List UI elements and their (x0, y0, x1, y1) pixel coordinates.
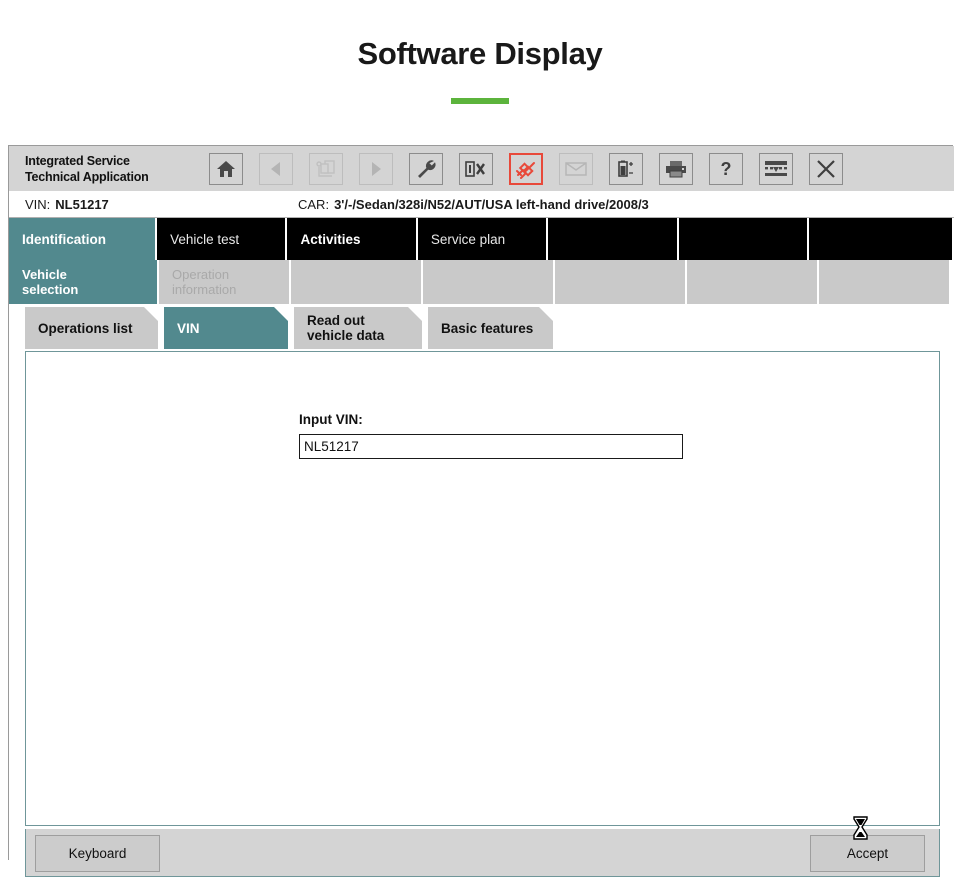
tab-l2-label: Operationinformation (172, 267, 236, 297)
svg-text:?: ? (721, 159, 732, 179)
tab-l1-label: Vehicle test (170, 232, 239, 247)
wrench-icon[interactable] (409, 153, 443, 185)
application-window: Integrated Service Technical Application (8, 145, 953, 860)
tab-l1-activities[interactable]: Activities (287, 218, 417, 260)
help-icon[interactable]: ? (709, 153, 743, 185)
measurement-icon[interactable] (459, 153, 493, 185)
tab-l2-empty-6[interactable] (819, 260, 951, 304)
forward-arrow-icon[interactable] (359, 153, 393, 185)
tab-l3-basic-features[interactable]: Basic features (428, 307, 553, 349)
car-info-label: CAR: (298, 197, 329, 212)
toolbar: Integrated Service Technical Application (9, 146, 954, 191)
tab-l2-vehicle-selection[interactable]: Vehicleselection (9, 260, 159, 304)
tab-l3-label: Read outvehicle data (307, 313, 384, 343)
dropdown-list-icon[interactable] (759, 153, 793, 185)
tab-l1-service-plan[interactable]: Service plan (418, 218, 548, 260)
content-panel: Input VIN: (25, 351, 940, 826)
battery-icon[interactable] (609, 153, 643, 185)
car-info-value: 3'/-/Sedan/328i/N52/AUT/USA left-hand dr… (334, 197, 649, 212)
envelope-icon[interactable] (559, 153, 593, 185)
tab-l3-label: Basic features (441, 321, 533, 336)
tab-l1-identification[interactable]: Identification (9, 218, 157, 260)
page-title: Software Display (0, 36, 960, 72)
tab-l1-empty-5[interactable] (679, 218, 809, 260)
input-vin-label: Input VIN: (299, 412, 684, 427)
app-name-line1: Integrated Service (25, 153, 209, 169)
vin-info-value: NL51217 (55, 197, 108, 212)
vehicle-info-bar: VIN: NL51217 CAR: 3'/-/Sedan/328i/N52/AUT/… (9, 191, 954, 218)
tab-l2-empty-5[interactable] (687, 260, 819, 304)
printer-icon[interactable] (659, 153, 693, 185)
tab-l3-vin[interactable]: VIN (164, 307, 288, 349)
application-name: Integrated Service Technical Application (9, 153, 209, 185)
page-header: Software Display (0, 0, 960, 104)
tab-row-level-3: Operations list VIN Read outvehicle data Ba… (9, 307, 954, 349)
tab-l3-read-out-vehicle-data[interactable]: Read outvehicle data (294, 307, 422, 349)
connector-icon[interactable] (509, 153, 543, 185)
tab-l2-operation-information: Operationinformation (159, 260, 291, 304)
title-accent-rule (451, 98, 509, 104)
tab-l1-label: Service plan (431, 232, 505, 247)
tab-l2-label: Vehicleselection (22, 267, 78, 297)
tab-l1-empty-4[interactable] (548, 218, 678, 260)
accept-button[interactable]: Accept (810, 835, 925, 872)
documents-icon[interactable] (309, 153, 343, 185)
vin-input-form: Input VIN: (299, 412, 684, 459)
tab-row-level-1: Identification Vehicle test Activities Serv… (9, 218, 954, 260)
tab-l1-label: Activities (300, 232, 360, 247)
vin-info-label: VIN: (25, 197, 50, 212)
vin-input[interactable] (299, 434, 683, 459)
hourglass-cursor (852, 816, 869, 840)
tab-l1-empty-6[interactable] (809, 218, 954, 260)
car-info: CAR: 3'/-/Sedan/328i/N52/AUT/USA left-han… (298, 197, 649, 212)
vin-info: VIN: NL51217 (25, 197, 109, 212)
tab-l2-empty-2[interactable] (291, 260, 423, 304)
tab-l1-vehicle-test[interactable]: Vehicle test (157, 218, 287, 260)
tab-l3-label: Operations list (38, 321, 133, 336)
close-icon[interactable] (809, 153, 843, 185)
tab-l2-empty-3[interactable] (423, 260, 555, 304)
tab-l2-empty-4[interactable] (555, 260, 687, 304)
footer-bar: Keyboard Accept (25, 829, 940, 877)
tab-l3-operations-list[interactable]: Operations list (25, 307, 158, 349)
tab-row-level-2: Vehicleselection Operationinformation (9, 260, 954, 304)
back-arrow-icon[interactable] (259, 153, 293, 185)
tab-l3-label: VIN (177, 321, 200, 336)
app-name-line2: Technical Application (25, 169, 209, 185)
tab-l1-label: Identification (22, 232, 106, 247)
keyboard-button[interactable]: Keyboard (35, 835, 160, 872)
toolbar-icon-group: ? (209, 153, 859, 185)
home-icon[interactable] (209, 153, 243, 185)
